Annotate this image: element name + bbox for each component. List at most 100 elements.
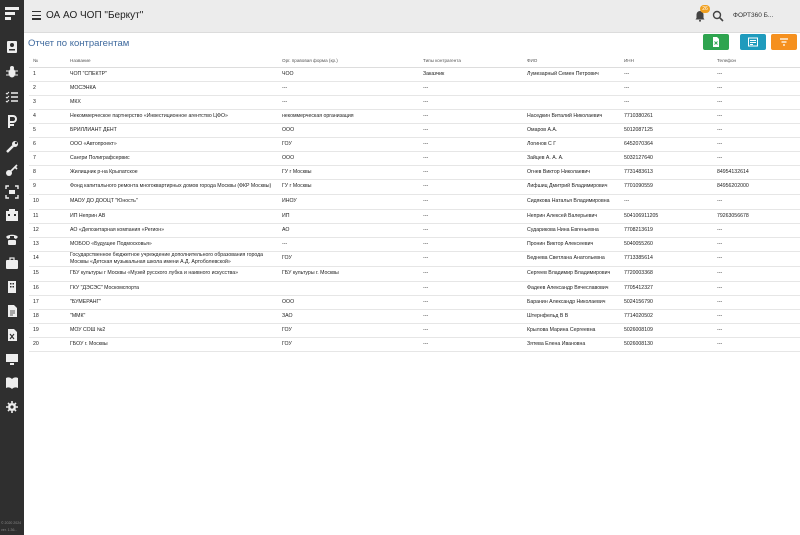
cell-name: МАОУ ДО ДООЦТ "Юность" (66, 194, 278, 210)
table-row[interactable]: 6 ООО «Автопроект» ГОУ --- Логинов С Г 645207… (29, 137, 800, 152)
table-row[interactable]: 15 ГБУ культуры г Москвы «Музей русского … (29, 266, 800, 282)
user-menu[interactable]: ФОРТ360 Б... (733, 12, 773, 19)
cell-phone: --- (713, 281, 800, 296)
logo-icon[interactable] (4, 6, 20, 22)
cell-name: ИП Неприн АВ (66, 209, 278, 224)
cell-fio (523, 81, 620, 96)
column-header-fio[interactable]: ФИО (523, 54, 620, 68)
cell-name: МКХ (66, 95, 278, 110)
cell-inn: 7710380261 (620, 109, 713, 124)
bug-icon[interactable] (5, 65, 19, 79)
book-icon[interactable] (5, 376, 19, 390)
column-header-phone[interactable]: Телефон (713, 54, 800, 68)
export-excel-button[interactable] (703, 34, 729, 50)
columns-button[interactable] (740, 34, 766, 50)
cell-fio: Зайцев А. А. А. (523, 151, 620, 166)
settings-icon[interactable] (5, 400, 19, 414)
cell-phone: --- (713, 337, 800, 352)
column-header-number[interactable]: № (29, 54, 66, 68)
cell-fio: Наседкин Виталий Николаевич (523, 109, 620, 124)
table-row[interactable]: 7 Сангри Полиграфсервис ООО --- Зайцев А. А.… (29, 151, 800, 166)
column-header-types[interactable]: Типы контрагента (419, 54, 523, 68)
search-icon[interactable] (712, 10, 724, 22)
table-row[interactable]: 1 ЧОП "СПЕКТР" ЧОО Заказчик Лумезарный Семен… (29, 67, 800, 82)
table-row[interactable]: 4 Некоммерческое партнерство «Инвестицион… (29, 109, 800, 124)
cell-fio: Сергеев Владимир Владимирович (523, 266, 620, 282)
cell-type: --- (419, 179, 523, 195)
cell-org-form: ИНОУ (278, 194, 419, 210)
cell-org-form: ООО (278, 295, 419, 310)
table-row[interactable]: 10 МАОУ ДО ДООЦТ "Юность" ИНОУ --- Сидякова … (29, 194, 800, 210)
table-row[interactable]: 16 ГКУ "ДЭСЭС" Москомспорта --- Фадеев Алек… (29, 281, 800, 296)
column-header-org-form[interactable]: Орг. правовая форма (кр.) (278, 54, 419, 68)
table-row[interactable]: 17 "БУМЕРАНГ" ООО --- Баранин Александр Нико… (29, 295, 800, 310)
cell-phone: --- (713, 67, 800, 82)
cell-name: ГБУ культуры г Москвы «Музей русского лу… (66, 266, 278, 282)
app-title: ОА АО ЧОП "Беркут" (46, 10, 144, 21)
table-row[interactable]: 18 "ММК" ЗАО --- Штернфельд В В 7714020502 --- (29, 309, 800, 324)
cell-type: --- (419, 209, 523, 224)
table-row[interactable]: 20 ГБОУ г. Москвы ГОУ --- Зятева Елена Ивано… (29, 337, 800, 352)
cell-inn: --- (620, 95, 713, 110)
column-header-name[interactable]: Название (66, 54, 278, 68)
table-row[interactable]: 13 МОБОО «Будущее Подмосковья» --- --- Прони… (29, 237, 800, 252)
column-header-inn[interactable]: ИНН (620, 54, 713, 68)
cell-fio: Огнев Виктор Николаевич (523, 165, 620, 180)
version-number: ver. 1.36... (1, 528, 18, 532)
cell-phone: --- (713, 237, 800, 252)
filter-button[interactable] (771, 34, 797, 50)
cell-name: МОСЭНКА (66, 81, 278, 96)
cell-type: --- (419, 223, 523, 238)
table-row[interactable]: 3 МКХ --- --- --- --- (29, 95, 800, 110)
table-row[interactable]: 12 АО «Депозитарная компания «Регион» АО --… (29, 223, 800, 238)
table-row[interactable]: 9 Фонд капитального ремонта многоквартирн… (29, 179, 800, 195)
phone-icon[interactable] (5, 232, 19, 246)
cell-phone: --- (713, 323, 800, 338)
cell-phone: 84956202000 (713, 179, 800, 195)
cell-number: 7 (29, 151, 66, 166)
cell-inn: 5012087125 (620, 123, 713, 138)
building-icon[interactable] (5, 208, 19, 222)
table-row[interactable]: 19 МОУ СОШ №2 ГОУ --- Крылова Марина Сергеев… (29, 323, 800, 338)
cell-phone: 84954132614 (713, 165, 800, 180)
excel-icon[interactable] (5, 328, 19, 342)
cell-phone: --- (713, 309, 800, 324)
cell-name: Сангри Полиграфсервис (66, 151, 278, 166)
table-body: 1 ЧОП "СПЕКТР" ЧОО Заказчик Лумезарный Семен… (29, 67, 800, 352)
cell-type: --- (419, 137, 523, 152)
table-row[interactable]: 8 Жилищник р-на Крылатское ГУ г Москвы --- О… (29, 165, 800, 180)
cell-name: МОУ СОШ №2 (66, 323, 278, 338)
cell-phone: --- (713, 295, 800, 310)
id-card-icon[interactable] (5, 40, 19, 54)
cell-type: --- (419, 266, 523, 282)
cell-inn: 5026008130 (620, 337, 713, 352)
wrench-icon[interactable] (5, 140, 19, 154)
cell-name: БРИЛЛИАНТ ДЕНТ (66, 123, 278, 138)
table-row[interactable]: 5 БРИЛЛИАНТ ДЕНТ ООО --- Омаров А.А. 50120871… (29, 123, 800, 138)
cell-name: Некоммерческое партнерство «Инвестиционн… (66, 109, 278, 124)
cell-name: АО «Депозитарная компания «Регион» (66, 223, 278, 238)
cell-type: --- (419, 109, 523, 124)
document-icon[interactable] (5, 304, 19, 318)
key-icon[interactable] (5, 163, 19, 177)
ruble-icon[interactable] (5, 115, 19, 129)
scan-icon[interactable] (5, 185, 19, 199)
table-row[interactable]: 11 ИП Неприн АВ ИП --- Неприн Алексей Валерь… (29, 209, 800, 224)
cell-type: --- (419, 81, 523, 96)
checklist-icon[interactable] (5, 90, 19, 104)
table-row[interactable]: 14 Государственное бюджетное учреждение д… (29, 251, 800, 267)
table-row[interactable]: 2 МОСЭНКА --- --- --- --- (29, 81, 800, 96)
cell-phone: --- (713, 95, 800, 110)
cell-fio: Лифшиц Дмитрий Владимирович (523, 179, 620, 195)
cell-number: 3 (29, 95, 66, 110)
cell-org-form: АО (278, 223, 419, 238)
cell-phone: --- (713, 266, 800, 282)
cell-number: 9 (29, 179, 66, 195)
cell-org-form: --- (278, 237, 419, 252)
cell-number: 4 (29, 109, 66, 124)
cell-org-form: ГУ г Москвы (278, 179, 419, 195)
briefcase-icon[interactable] (5, 256, 19, 270)
office-icon[interactable] (5, 280, 19, 294)
menu-icon[interactable] (32, 11, 41, 20)
monitor-icon[interactable] (5, 352, 19, 366)
